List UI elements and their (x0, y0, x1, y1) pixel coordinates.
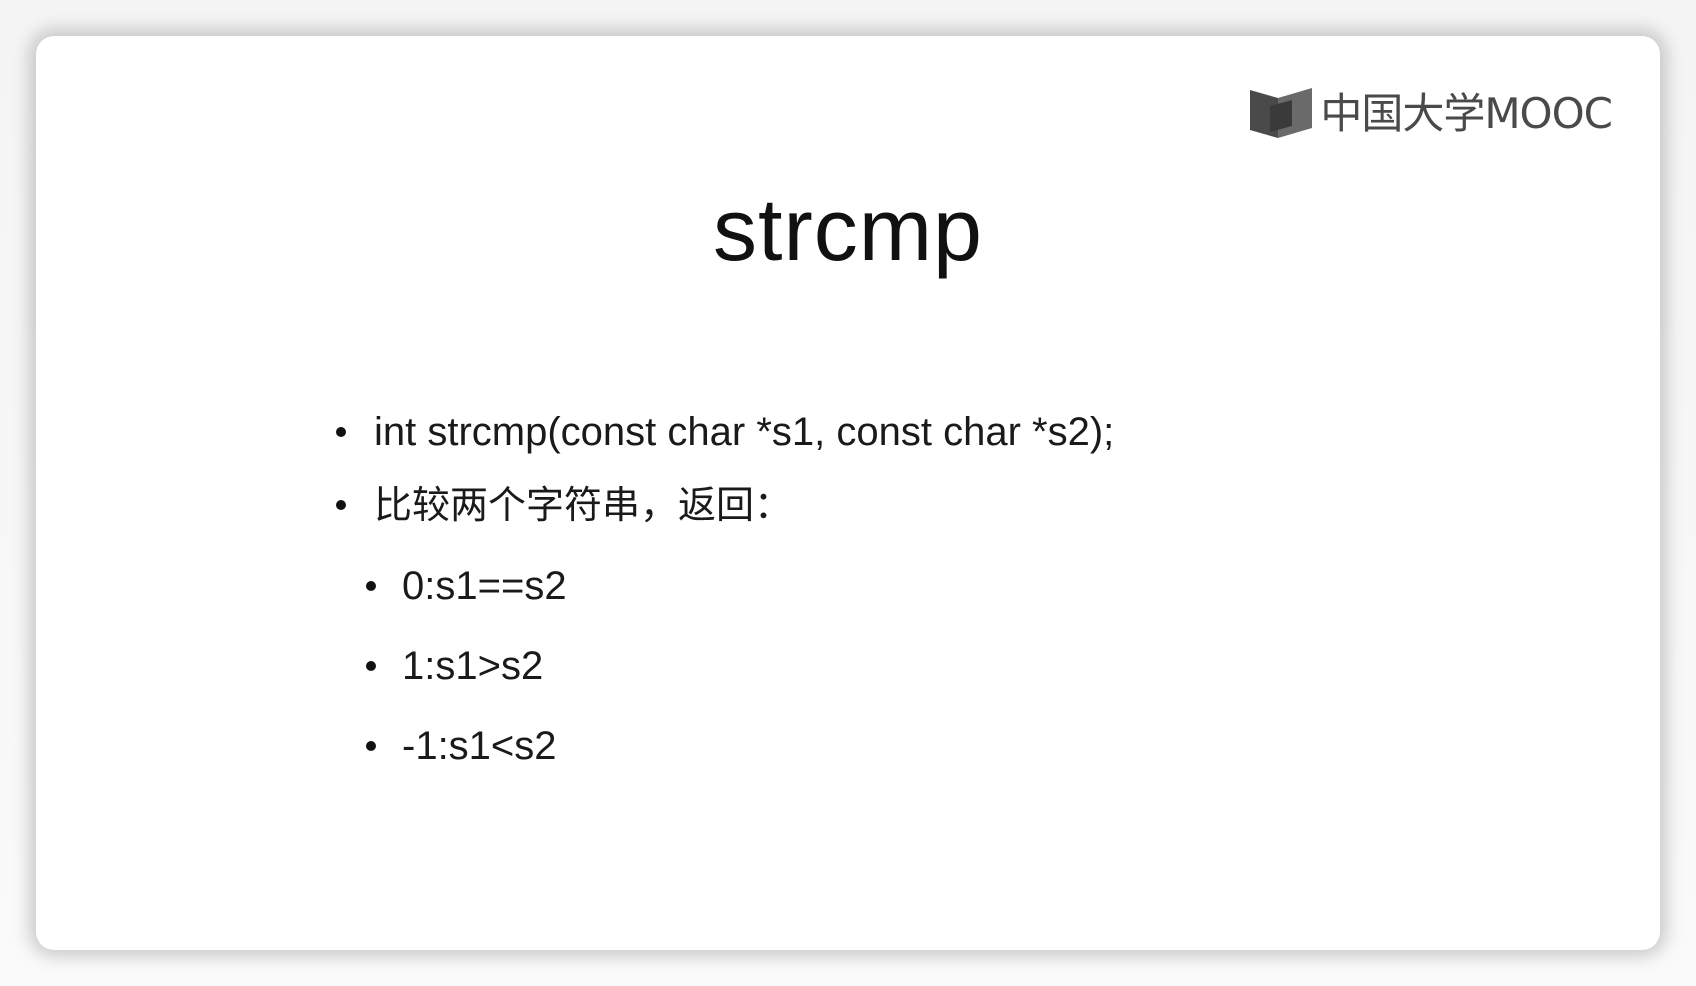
bullet-item: 比较两个字符串，返回： (336, 486, 792, 524)
bullet-item: int strcmp(const char *s1, const char *s… (336, 412, 1114, 452)
sub-bullet-item: 1:s1>s2 (366, 646, 543, 686)
lecture-slide: 中国大学MOOC strcmp int strcmp(const char *s… (36, 36, 1660, 950)
logo-text: 中国大学MOOC (1320, 89, 1613, 138)
bullet-dot (336, 500, 346, 510)
mooc-logo: 中国大学MOOC (1248, 82, 1613, 146)
sub-bullet-text: 1:s1>s2 (402, 644, 544, 688)
bullet-dot (336, 427, 346, 437)
bullet-text: 比较两个字符串，返回： (374, 483, 793, 527)
sub-bullet-item: 0:s1==s2 (366, 566, 567, 606)
sub-bullet-text: -1:s1<s2 (402, 724, 557, 768)
bullet-dot (366, 741, 376, 751)
book-icon (1250, 88, 1313, 138)
bullet-dot (366, 661, 376, 671)
video-frame: 中国大学MOOC strcmp int strcmp(const char *s… (0, 0, 1696, 986)
bullet-dot (366, 581, 376, 591)
bullet-text: int strcmp(const char *s1, const char *s… (374, 410, 1115, 454)
slide-title: strcmp (713, 180, 983, 279)
sub-bullet-text: 0:s1==s2 (402, 564, 567, 608)
sub-bullet-item: -1:s1<s2 (366, 726, 557, 766)
